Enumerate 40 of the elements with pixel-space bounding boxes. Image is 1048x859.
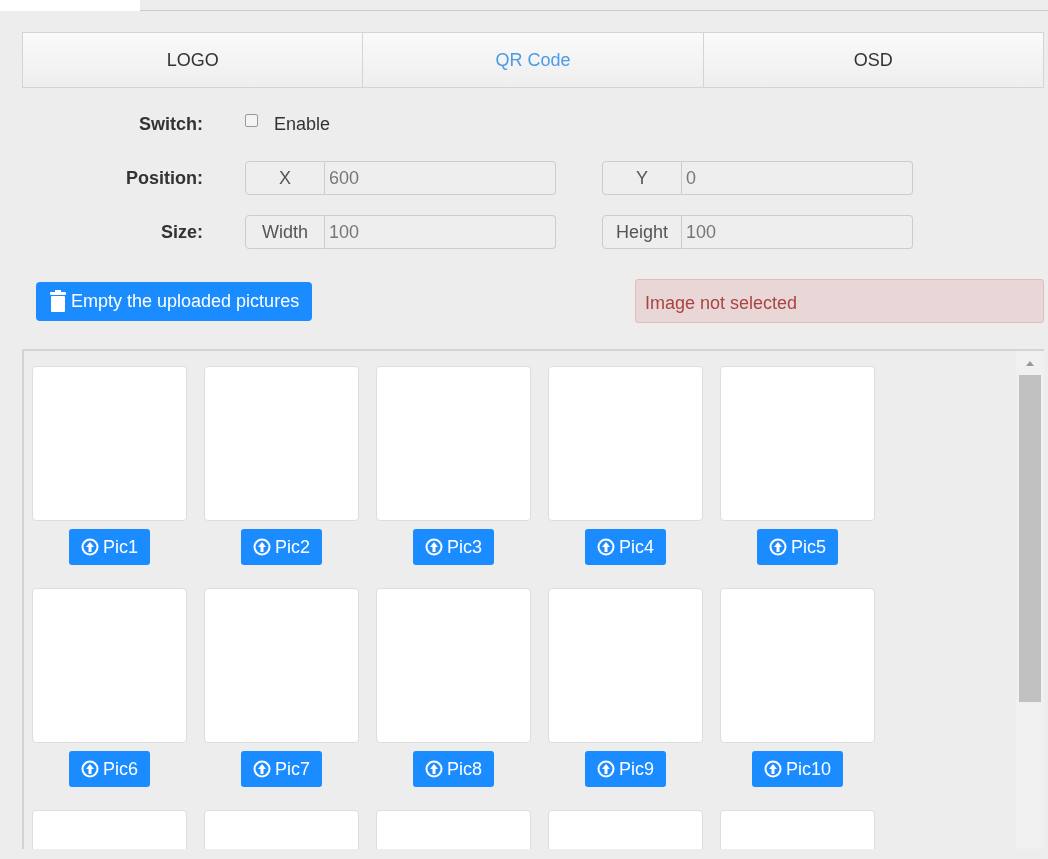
input-field[interactable]: 100 xyxy=(682,215,913,249)
input-field[interactable]: 0 xyxy=(682,161,913,195)
alert-message: Image not selected xyxy=(635,279,1044,323)
input-addon: Height xyxy=(602,215,682,249)
upload-icon xyxy=(597,538,615,556)
checkbox[interactable] xyxy=(245,113,258,127)
checkbox-label: Enable xyxy=(274,112,331,136)
upload-button[interactable]: Pic7 xyxy=(241,751,322,787)
upload-button[interactable]: Pic8 xyxy=(413,751,494,787)
upload-icon xyxy=(425,760,443,778)
field-label: Position: xyxy=(125,166,204,190)
upload-icon xyxy=(253,760,271,778)
upload-button[interactable]: Pic9 xyxy=(585,751,666,787)
input-addon: X xyxy=(245,161,325,195)
tab[interactable]: OSD xyxy=(703,33,1043,87)
trash-icon xyxy=(49,290,67,312)
upload-icon xyxy=(764,760,782,778)
input-addon: Y xyxy=(602,161,682,195)
tab[interactable]: LOGO xyxy=(23,33,364,87)
upload-button[interactable]: Pic10 xyxy=(752,751,843,787)
input-field[interactable]: 600 xyxy=(325,161,556,195)
upload-icon xyxy=(769,538,787,556)
input-addon: Width xyxy=(245,215,325,249)
upload-button[interactable]: Pic5 xyxy=(757,529,838,565)
input-field[interactable]: 100 xyxy=(325,215,556,249)
upload-icon xyxy=(597,760,615,778)
upload-button[interactable]: Pic6 xyxy=(69,751,150,787)
upload-button[interactable]: Pic4 xyxy=(585,529,666,565)
upload-icon xyxy=(81,760,99,778)
scroll-up-icon[interactable] xyxy=(1025,359,1035,367)
upload-icon xyxy=(253,538,271,556)
tab[interactable]: QR Code xyxy=(363,33,704,87)
upload-icon xyxy=(425,538,443,556)
upload-button[interactable]: Pic3 xyxy=(413,529,494,565)
empty-button[interactable]: Empty the uploaded pictures xyxy=(36,281,313,321)
upload-button[interactable]: Pic2 xyxy=(241,529,322,565)
field-label: Switch: xyxy=(138,112,204,136)
upload-icon xyxy=(81,538,99,556)
upload-button[interactable]: Pic1 xyxy=(69,529,150,565)
field-label: Size: xyxy=(160,220,204,244)
